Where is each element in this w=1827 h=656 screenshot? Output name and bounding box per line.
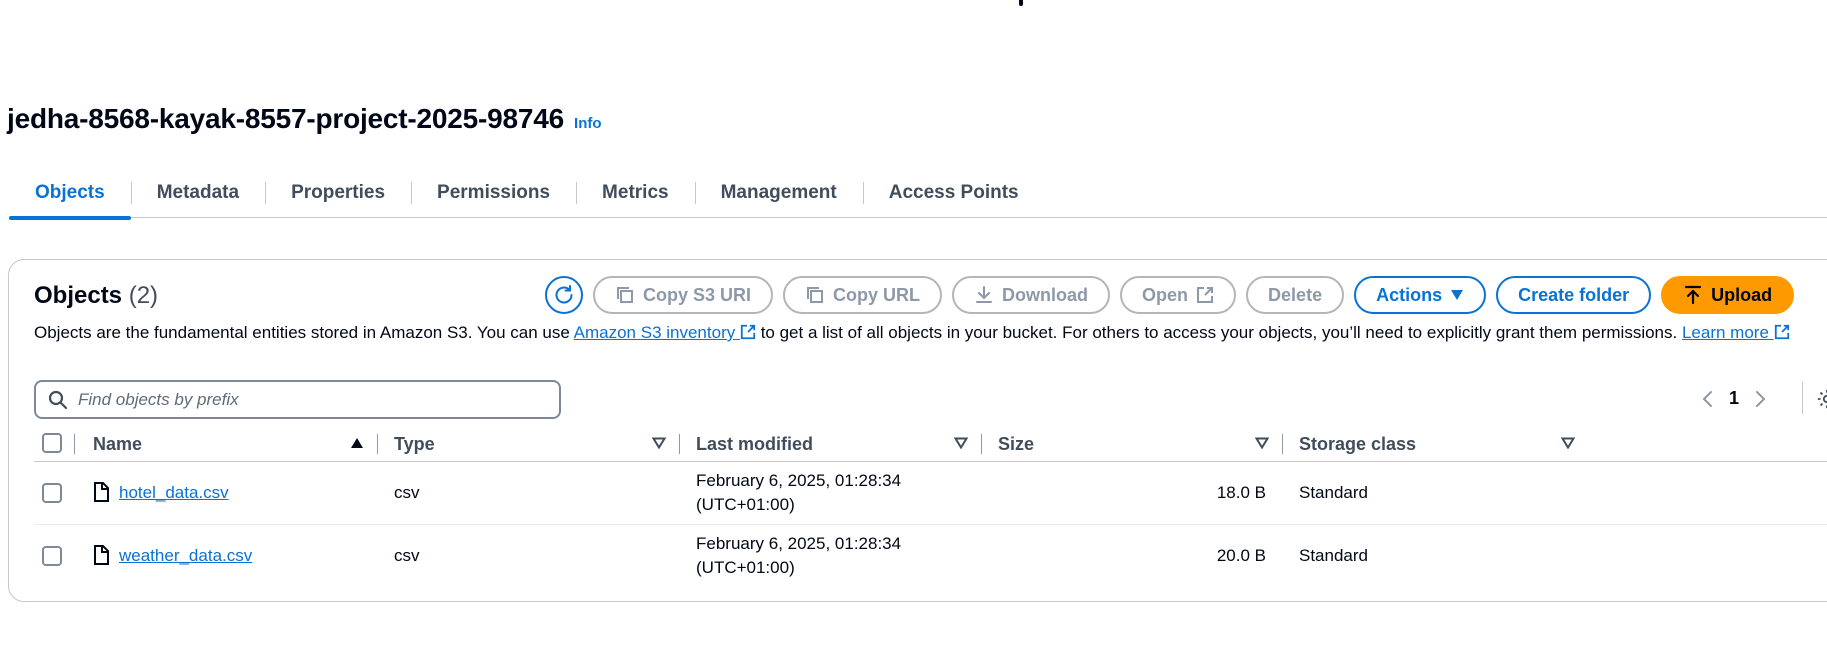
sort-icon[interactable] xyxy=(1561,437,1575,449)
file-icon xyxy=(94,482,109,502)
search-box xyxy=(34,380,561,419)
create-folder-button[interactable]: Create folder xyxy=(1496,276,1652,314)
copy-icon xyxy=(807,287,824,303)
caret-down-icon xyxy=(1451,290,1464,300)
cursor-mark xyxy=(1019,0,1023,6)
description-text-2: to get a list of all objects in your buc… xyxy=(755,323,1682,342)
object-storage-class: Standard xyxy=(1299,546,1368,565)
object-storage-class: Standard xyxy=(1299,483,1368,502)
sort-icon[interactable] xyxy=(652,437,666,449)
chevron-left-icon[interactable] xyxy=(1701,390,1713,408)
object-last-modified: February 6, 2025, 01:28:34 (UTC+01:00) xyxy=(696,532,901,580)
modified-timezone: (UTC+01:00) xyxy=(696,558,795,577)
table-row[interactable]: weather_data.csv csv February 6, 2025, 0… xyxy=(34,525,1827,588)
row-checkbox[interactable] xyxy=(42,546,62,566)
info-link[interactable]: Info xyxy=(574,115,602,132)
tab-access-points[interactable]: Access Points xyxy=(862,168,1045,218)
table-row[interactable]: hotel_data.csv csv February 6, 2025, 01:… xyxy=(34,462,1827,525)
refresh-button[interactable] xyxy=(545,276,583,314)
object-name-link[interactable]: weather_data.csv xyxy=(119,546,252,565)
sort-icon[interactable] xyxy=(954,437,968,449)
upload-icon xyxy=(1685,285,1702,305)
column-divider xyxy=(377,434,378,454)
object-type: csv xyxy=(394,483,420,502)
sort-icon[interactable] xyxy=(1255,437,1269,449)
select-all-checkbox[interactable] xyxy=(42,433,62,453)
tab-metadata[interactable]: Metadata xyxy=(130,168,265,218)
actions-label: Actions xyxy=(1376,284,1443,305)
upload-label: Upload xyxy=(1711,284,1773,305)
download-label: Download xyxy=(1002,284,1089,305)
delete-button[interactable]: Delete xyxy=(1246,276,1345,314)
page-header: jedha-8568-kayak-8557-project-2025-98746… xyxy=(7,103,602,135)
file-icon xyxy=(94,545,109,565)
refresh-icon xyxy=(555,285,573,304)
objects-count: (2) xyxy=(128,282,159,309)
modified-date: February 6, 2025, 01:28:34 xyxy=(696,471,902,490)
bucket-name-title: jedha-8568-kayak-8557-project-2025-98746 xyxy=(7,103,565,134)
bucket-tabs: Objects Metadata Properties Permissions … xyxy=(9,168,1827,220)
object-last-modified: February 6, 2025, 01:28:34 (UTC+01:00) xyxy=(696,469,901,517)
open-button[interactable]: Open xyxy=(1120,276,1237,314)
s3-inventory-link-text: Amazon S3 inventory xyxy=(573,323,736,342)
objects-toolbar: Copy S3 URI Copy URL Download Open Delet… xyxy=(545,276,1795,314)
objects-panel-title: Objects (2) xyxy=(34,282,158,310)
copy-s3-uri-label: Copy S3 URI xyxy=(643,284,752,305)
create-folder-label: Create folder xyxy=(1518,284,1630,305)
column-header-storage-class[interactable]: Storage class xyxy=(1299,426,1416,462)
copy-s3-uri-button[interactable]: Copy S3 URI xyxy=(593,276,774,314)
gear-icon[interactable] xyxy=(1816,388,1827,410)
objects-description: Objects are the fundamental entities sto… xyxy=(34,320,1827,345)
tab-objects[interactable]: Objects xyxy=(9,168,131,220)
download-icon xyxy=(976,286,993,303)
external-link-icon xyxy=(1197,287,1214,303)
table-header: Name Type Last modified Size Storage cla… xyxy=(34,426,1827,462)
tab-management[interactable]: Management xyxy=(694,168,863,218)
objects-title-text: Objects xyxy=(34,282,123,309)
column-divider xyxy=(981,434,982,454)
modified-date: February 6, 2025, 01:28:34 xyxy=(696,534,902,553)
object-type: csv xyxy=(394,546,420,565)
search-icon xyxy=(48,390,68,409)
object-name-link[interactable]: hotel_data.csv xyxy=(119,483,229,502)
column-header-type[interactable]: Type xyxy=(394,426,435,462)
object-name-cell: weather_data.csv xyxy=(119,544,252,568)
chevron-right-icon[interactable] xyxy=(1755,390,1767,408)
column-divider xyxy=(1282,434,1283,454)
learn-more-link-text: Learn more xyxy=(1681,323,1769,342)
current-page[interactable]: 1 xyxy=(1729,388,1739,409)
external-link-icon xyxy=(740,324,756,340)
column-divider xyxy=(679,434,680,454)
upload-button[interactable]: Upload xyxy=(1661,276,1795,314)
object-name-cell: hotel_data.csv xyxy=(119,481,229,505)
s3-inventory-link[interactable]: Amazon S3 inventory xyxy=(574,323,756,342)
learn-more-link[interactable]: Learn more xyxy=(1682,323,1790,342)
sort-ascending-icon[interactable] xyxy=(350,437,364,449)
row-checkbox[interactable] xyxy=(42,483,62,503)
column-divider xyxy=(74,434,75,454)
tab-properties[interactable]: Properties xyxy=(265,168,411,218)
copy-icon xyxy=(617,287,633,303)
description-text-1: Objects are the fundamental entities sto… xyxy=(34,323,574,342)
pager-divider xyxy=(1802,382,1803,414)
column-header-size[interactable]: Size xyxy=(998,426,1034,462)
copy-url-button[interactable]: Copy URL xyxy=(783,276,943,314)
external-link-icon xyxy=(1774,324,1789,340)
search-input[interactable] xyxy=(78,389,548,410)
tab-metrics[interactable]: Metrics xyxy=(576,168,695,218)
objects-table: Name Type Last modified Size Storage cla… xyxy=(34,426,1827,588)
copy-url-label: Copy URL xyxy=(833,284,921,305)
download-button[interactable]: Download xyxy=(952,276,1111,314)
column-header-name[interactable]: Name xyxy=(93,426,142,462)
objects-panel: Objects (2) Copy S3 URI Copy URL Downloa… xyxy=(8,259,1827,602)
tab-permissions[interactable]: Permissions xyxy=(411,168,576,218)
object-size: 20.0 B xyxy=(1216,546,1266,565)
pagination: 1 xyxy=(1701,388,1767,409)
modified-timezone: (UTC+01:00) xyxy=(696,495,795,514)
column-header-last-modified[interactable]: Last modified xyxy=(696,426,813,462)
open-label: Open xyxy=(1142,284,1189,305)
actions-dropdown[interactable]: Actions xyxy=(1354,276,1487,314)
delete-label: Delete xyxy=(1268,284,1323,305)
object-size: 18.0 B xyxy=(1216,483,1266,502)
